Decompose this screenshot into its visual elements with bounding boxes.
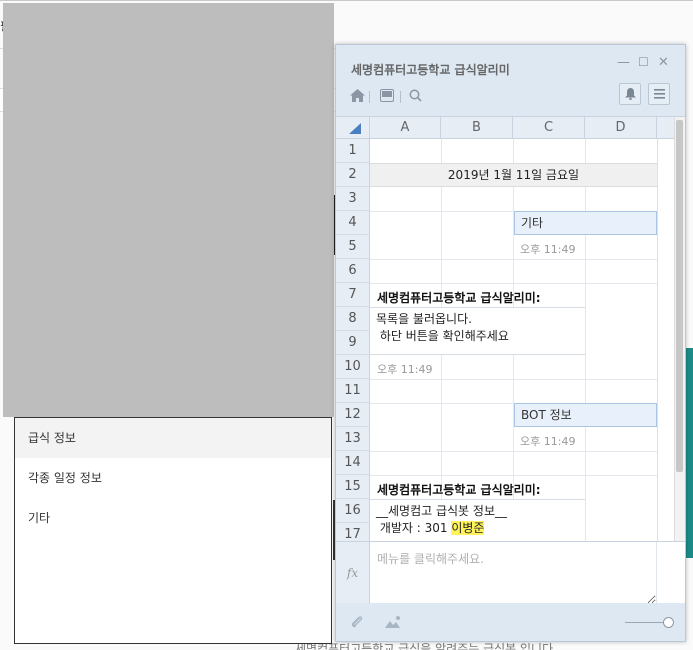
close-icon[interactable]: ✕ [658, 55, 669, 70]
bot-sender-name: 세명컴퓨터고등학교 급식알리미: [377, 291, 541, 305]
grid-line [657, 139, 658, 541]
column-header-a: A [370, 117, 441, 139]
bottom-toolbar [336, 603, 685, 641]
message-timestamp: 오후 11:49 [520, 435, 576, 448]
scrollbar-thumb[interactable] [676, 120, 683, 472]
bot-sender-name: 세명컴퓨터고등학교 급식알리미: [377, 483, 541, 497]
received-message-bubble[interactable]: 목록을 불러옵니다. 하단 버튼을 확인해주세요 [370, 307, 585, 355]
search-icon[interactable] [409, 89, 422, 106]
menu-item-etc[interactable]: 기타 [15, 498, 331, 538]
sent-message-bubble[interactable]: BOT 정보 [514, 403, 657, 427]
row-header: 12 [336, 403, 370, 427]
menu-item-schedule-info[interactable]: 각종 일정 정보 [15, 458, 331, 498]
redacted-panel [3, 3, 334, 417]
row-header: 17 [336, 523, 370, 541]
row-header: 13 [336, 427, 370, 451]
message-line: 목록을 불러옵니다. [376, 312, 472, 326]
input-side-panel [656, 542, 685, 604]
row-header: 10 [336, 355, 370, 379]
column-header-c: C [513, 117, 585, 139]
attachment-icon[interactable] [350, 615, 364, 633]
notification-bell-icon[interactable] [619, 83, 641, 105]
menu-icon[interactable] [648, 83, 670, 105]
row-header: 4 [336, 211, 370, 235]
menu-item-meal-info[interactable]: 급식 정보 [15, 418, 331, 458]
row-header: 6 [336, 259, 370, 283]
home-icon[interactable] [350, 89, 365, 106]
grid-line [370, 259, 657, 260]
grid-line [585, 139, 586, 541]
message-text: 개발자 : 301 [376, 521, 452, 535]
opacity-slider-track [625, 622, 665, 623]
message-timestamp: 오후 11:49 [377, 363, 433, 376]
date-separator: 2019년 1월 11일 금요일 [370, 163, 657, 187]
row-header: 11 [336, 379, 370, 403]
message-line: 하단 버튼을 확인해주세요 [376, 329, 509, 343]
column-header-filler [657, 117, 674, 139]
row-header: 1 [336, 139, 370, 163]
toolbar-divider [400, 91, 401, 103]
row-header: 14 [336, 451, 370, 475]
highlighted-name: 이병준 [451, 521, 485, 535]
message-line: 개발자 : 301 이병준 [376, 520, 579, 537]
image-icon[interactable] [385, 615, 402, 633]
row-header: 2 [336, 163, 370, 187]
select-all-corner[interactable] [336, 117, 370, 139]
received-message-bubble[interactable]: __세명컴고 급식봇 정보__ 개발자 : 301 이병준 [370, 499, 585, 541]
row-header: 7 [336, 283, 370, 307]
quick-reply-menu: 급식 정보 각종 일정 정보 기타 [14, 417, 332, 644]
chat-window: 세명컴퓨터고등학교 급식알리미 — ☐ ✕ A B C D 1 2 3 4 5 [335, 44, 686, 642]
row-header: 3 [336, 187, 370, 211]
message-timestamp: 오후 11:49 [520, 243, 576, 256]
message-line: __세명컴고 급식봇 정보__ [376, 504, 507, 518]
background-divider [0, 0, 693, 1]
maximize-icon[interactable]: ☐ [638, 55, 649, 69]
sent-message-bubble[interactable]: 기타 [514, 211, 657, 235]
column-header-b: B [441, 117, 513, 139]
chat-message-area: A B C D 1 2 3 4 5 6 7 8 9 10 11 12 13 14… [336, 116, 685, 541]
grid-line [370, 475, 657, 476]
chat-title: 세명컴퓨터고등학교 급식알리미 [351, 63, 510, 77]
grid-line [370, 379, 657, 380]
row-header: 8 [336, 307, 370, 331]
grid-line [370, 283, 657, 284]
inbox-icon[interactable] [380, 89, 394, 106]
toolbar-divider [369, 91, 370, 103]
message-input[interactable] [370, 542, 656, 604]
column-header-d: D [585, 117, 657, 139]
minimize-icon[interactable]: — [617, 55, 630, 70]
grid-line [370, 451, 657, 452]
message-input-area: fx [336, 541, 685, 604]
row-header: 5 [336, 235, 370, 259]
row-header: 9 [336, 331, 370, 355]
row-header: 16 [336, 499, 370, 523]
row-header: 15 [336, 475, 370, 499]
opacity-slider-handle[interactable] [663, 617, 674, 628]
fx-icon: fx [336, 542, 370, 604]
